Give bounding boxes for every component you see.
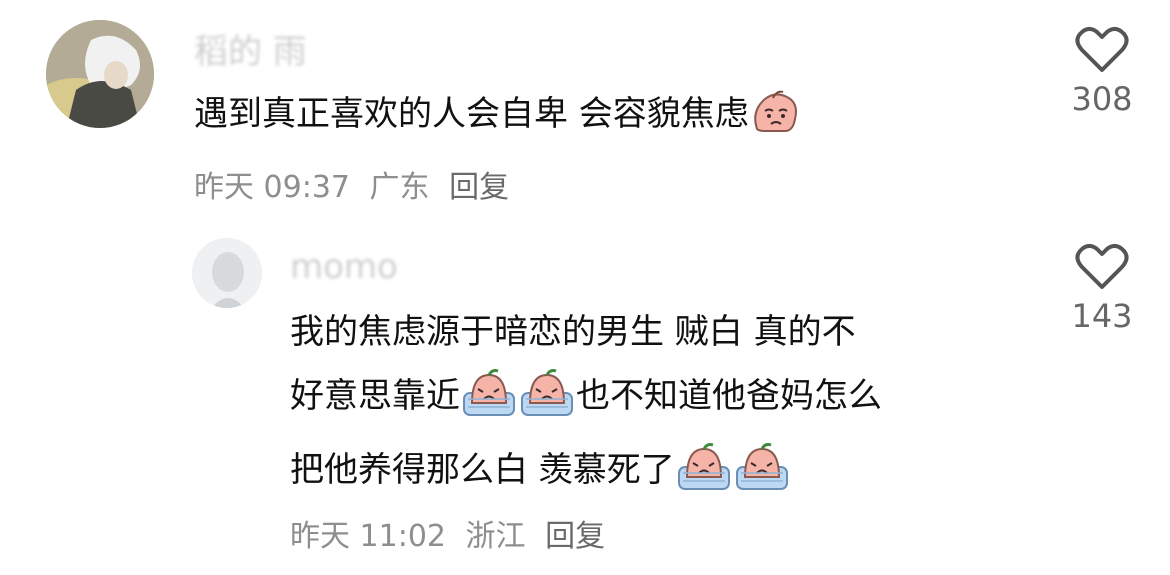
username[interactable]: 稻的 雨 [194,24,307,73]
comment-text-part: 好意思靠近 [290,376,460,416]
comment-text-line: 好意思靠近 也不知道他爸妈怎么 [290,364,1010,438]
heart-outline-icon [1075,244,1129,289]
heart-outline-icon [1075,27,1129,72]
like-count: 308 [1071,80,1133,118]
avatar[interactable] [192,238,262,308]
comment-text: 遇到真正喜欢的人会自卑 会容貌焦虑 [194,82,974,156]
crying-face-emoji [677,443,731,512]
crying-face-emoji [520,369,574,438]
comment-meta: 昨天 11:02 浙江 回复 [290,511,615,555]
location: 浙江 [465,519,526,554]
comment-text-content: 遇到真正喜欢的人会自卑 会容貌焦虑 [194,94,749,134]
crying-face-emoji [462,369,516,438]
crying-face-emoji [735,443,789,512]
avatar[interactable] [46,20,154,128]
like-button[interactable]: 308 [1057,26,1147,118]
comment-text-line: 把他养得那么白 羡慕死了 [290,438,1010,512]
reply-button[interactable]: 回复 [545,519,605,554]
username[interactable]: momo [290,247,398,287]
comment-text-part: 把他养得那么白 羡慕死了 [290,450,675,490]
like-count: 143 [1071,297,1133,335]
timestamp: 昨天 11:02 [290,519,446,554]
reply-button[interactable]: 回复 [449,170,509,205]
comment-text: 我的焦虑源于暗恋的男生 贼白 真的不 好意思靠近 也不知道他爸妈怎么 把他养得那… [290,300,1010,512]
location: 广东 [369,170,430,205]
comment-text-line: 我的焦虑源于暗恋的男生 贼白 真的不 [290,312,856,352]
like-button[interactable]: 143 [1057,243,1147,335]
worried-face-emoji [751,89,799,156]
comment-meta: 昨天 09:37 广东 回复 [194,162,519,206]
comment-text-part: 也不知道他爸妈怎么 [576,376,882,416]
timestamp: 昨天 09:37 [194,170,350,205]
